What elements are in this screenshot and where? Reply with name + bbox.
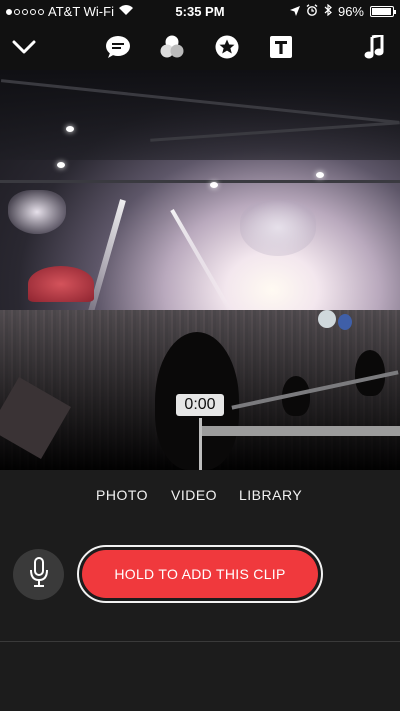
bluetooth-icon	[324, 3, 332, 19]
status-bar: AT&T Wi-Fi 5:35 PM 96%	[0, 0, 400, 24]
battery-icon	[370, 6, 396, 17]
stage-light	[66, 126, 74, 132]
microphone-icon	[29, 557, 49, 592]
microphone-button[interactable]	[13, 549, 64, 600]
location-arrow-icon	[289, 4, 300, 19]
clip-timer: 0:00	[176, 394, 224, 416]
balloon	[318, 310, 336, 328]
mode-video[interactable]: VIDEO	[171, 487, 217, 503]
status-right: 96%	[289, 3, 396, 19]
chandelier	[8, 190, 66, 234]
chandelier	[240, 200, 316, 256]
stage-prop	[28, 266, 94, 302]
editor-toolbar	[0, 24, 400, 70]
stage-light	[210, 182, 218, 188]
title-t-icon[interactable]	[268, 34, 294, 60]
stage-light	[57, 162, 65, 168]
speech-bubble-icon[interactable]	[105, 34, 131, 60]
star-badge-icon[interactable]	[214, 34, 240, 60]
bottom-divider	[0, 641, 400, 642]
battery-percent: 96%	[337, 4, 364, 19]
music-note-icon[interactable]	[362, 34, 388, 60]
clip-timeline[interactable]	[202, 426, 400, 436]
lighting-truss	[0, 180, 400, 183]
chevron-down-icon[interactable]	[11, 34, 37, 60]
filters-icon[interactable]	[159, 34, 185, 60]
alarm-icon	[306, 4, 318, 19]
mode-library[interactable]: LIBRARY	[239, 487, 302, 503]
mode-photo[interactable]: PHOTO	[96, 487, 148, 503]
add-clip-button[interactable]: HOLD TO ADD THIS CLIP	[77, 545, 323, 603]
add-clip-label: HOLD TO ADD THIS CLIP	[82, 550, 318, 598]
balloon	[338, 314, 352, 330]
stage-light	[316, 172, 324, 178]
capture-mode-selector: PHOTO VIDEO LIBRARY	[0, 487, 400, 509]
light-beam	[170, 209, 234, 315]
